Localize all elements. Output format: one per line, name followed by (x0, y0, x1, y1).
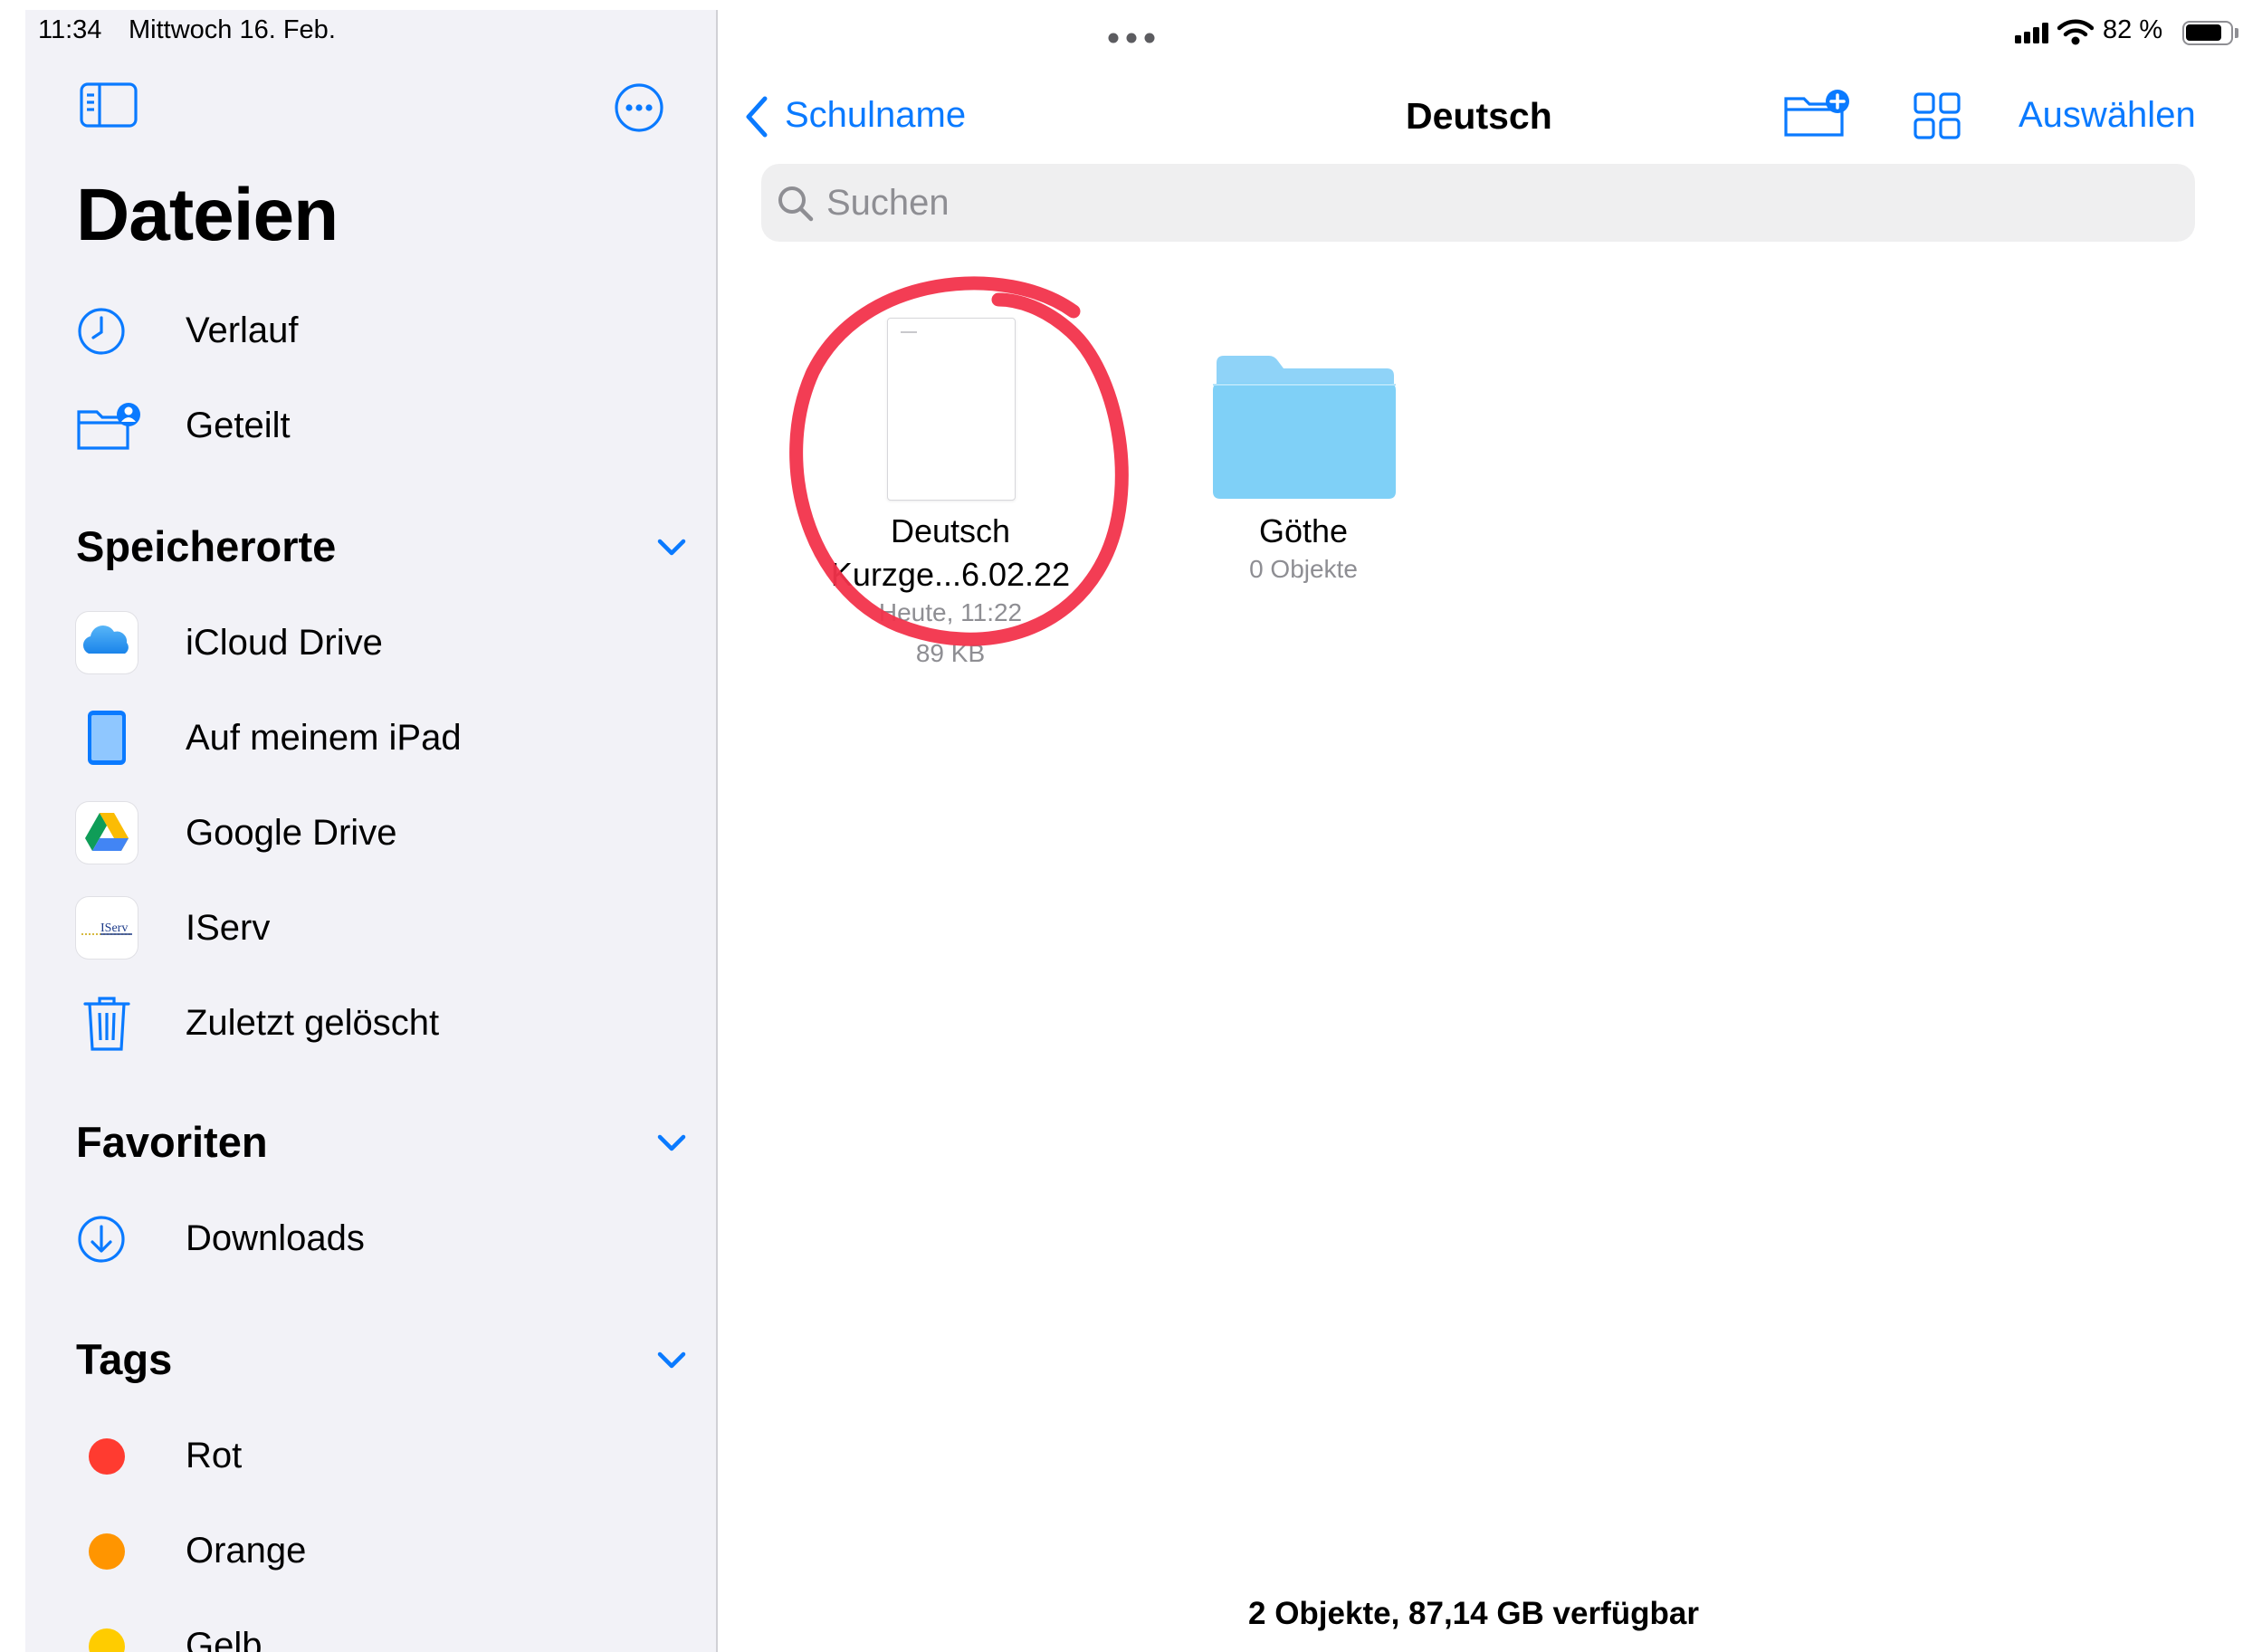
new-folder-button[interactable] (1783, 86, 1852, 145)
chevron-down-icon (657, 1351, 686, 1369)
document-thumbnail (887, 318, 1016, 501)
download-icon (78, 1216, 125, 1263)
sidebar-item-google-drive[interactable]: Google Drive (76, 797, 692, 870)
folder-icon (1213, 356, 1396, 499)
sidebar-item-verlauf[interactable]: Verlauf (76, 295, 692, 368)
file-item-deutsch[interactable]: Deutsch Kurzge...6.02.22 Heute, 11:22 89… (799, 300, 1089, 689)
ipad-icon (88, 711, 126, 765)
chevron-left-icon (746, 96, 768, 138)
storage-summary: 2 Objekte, 87,14 GB verfügbar (1248, 1596, 1699, 1631)
sidebar-item-label: IServ (186, 908, 271, 948)
sidebar-tag-gelb[interactable]: Gelb (76, 1610, 692, 1652)
sidebar: 11:34 Mittwoch 16. Feb. Dateien Verlauf (25, 10, 718, 1652)
chevron-down-icon (657, 1134, 686, 1151)
sidebar-item-label: Zuletzt gelöscht (186, 1003, 440, 1043)
chevron-down-icon (657, 539, 686, 556)
cellular-signal-icon (2015, 23, 2048, 43)
battery-icon (2182, 21, 2233, 45)
search-icon (778, 186, 814, 222)
file-size: 89 KB (915, 639, 986, 667)
icloud-icon (76, 612, 138, 673)
main-content: 82 % Schulname Deutsch Auswählen Suchen … (718, 10, 2262, 1652)
section-header-tags[interactable]: Tags (76, 1330, 701, 1393)
file-date: Heute, 11:22 (878, 598, 1023, 626)
ellipsis-circle-icon (615, 83, 663, 132)
sidebar-item-iserv[interactable]: IServ IServ (76, 893, 692, 965)
sidebar-item-auf-meinem-ipad[interactable]: Auf meinem iPad (76, 702, 692, 775)
ellipsis-dots-icon[interactable] (1107, 32, 1156, 44)
battery-percent: 82 % (2103, 15, 2163, 44)
sidebar-item-zuletzt-geloescht[interactable]: Zuletzt gelöscht (76, 988, 692, 1060)
section-title: Tags (76, 1335, 173, 1383)
section-title: Speicherorte (76, 522, 337, 570)
sidebar-item-icloud-drive[interactable]: iCloud Drive (76, 607, 692, 680)
wifi-icon (2057, 19, 2094, 45)
back-button-label: Schulname (785, 95, 967, 135)
sidebar-item-label: Geteilt (186, 406, 291, 445)
sidebar-item-geteilt[interactable]: Geteilt (76, 390, 692, 463)
section-header-speicherorte[interactable]: Speicherorte (76, 517, 701, 580)
sidebar-item-label: Auf meinem iPad (186, 718, 462, 758)
google-drive-icon (76, 802, 138, 864)
battery-tip (2235, 28, 2238, 38)
sidebar-item-label: Google Drive (186, 813, 397, 853)
tag-color-dot (89, 1628, 125, 1652)
page-title: Deutsch (1406, 95, 1552, 137)
sidebar-item-label: Gelb (186, 1626, 262, 1652)
folder-name: Göthe (1258, 512, 1349, 549)
file-name-line2: Kurzge...6.02.22 (830, 556, 1071, 593)
search-input[interactable] (826, 164, 2166, 242)
file-name-line1: Deutsch (890, 512, 1011, 549)
sidebar-item-label: Verlauf (186, 310, 299, 350)
sidebar-toggle-icon (80, 82, 138, 128)
back-button[interactable]: Schulname (743, 86, 1006, 149)
section-header-favoriten[interactable]: Favoriten (76, 1112, 701, 1176)
svg-text:IServ: IServ (100, 921, 128, 935)
grid-view-icon (1914, 92, 1961, 139)
sidebar-tag-orange[interactable]: Orange (76, 1515, 692, 1588)
clock-icon (78, 308, 125, 355)
folder-add-icon (1784, 90, 1849, 137)
sidebar-item-label: iCloud Drive (186, 623, 383, 663)
sidebar-title: Dateien (76, 174, 339, 256)
sidebar-item-label: Orange (186, 1531, 307, 1571)
sidebar-item-label: Downloads (186, 1218, 365, 1258)
shared-folder-icon (77, 403, 140, 450)
tag-color-dot (89, 1533, 125, 1570)
folder-item-goethe[interactable]: Göthe 0 Objekte (1139, 336, 1428, 607)
view-options-button[interactable] (1913, 91, 1961, 145)
sidebar-item-downloads[interactable]: Downloads (76, 1203, 692, 1275)
search-bar[interactable] (761, 164, 2195, 242)
sidebar-item-label: Rot (186, 1436, 243, 1475)
select-button[interactable]: Auswählen (2019, 95, 2196, 136)
iserv-logo-icon: IServ (76, 897, 138, 959)
trash-icon (83, 997, 130, 1051)
status-time: 11:34 (38, 15, 102, 44)
sidebar-toggle-button[interactable] (80, 82, 138, 132)
sidebar-tag-rot[interactable]: Rot (76, 1420, 692, 1493)
tag-color-dot (89, 1438, 125, 1475)
more-options-button[interactable] (614, 82, 664, 138)
status-date: Mittwoch 16. Feb. (129, 15, 336, 44)
folder-item-count: 0 Objekte (1249, 555, 1358, 583)
section-title: Favoriten (76, 1118, 268, 1166)
